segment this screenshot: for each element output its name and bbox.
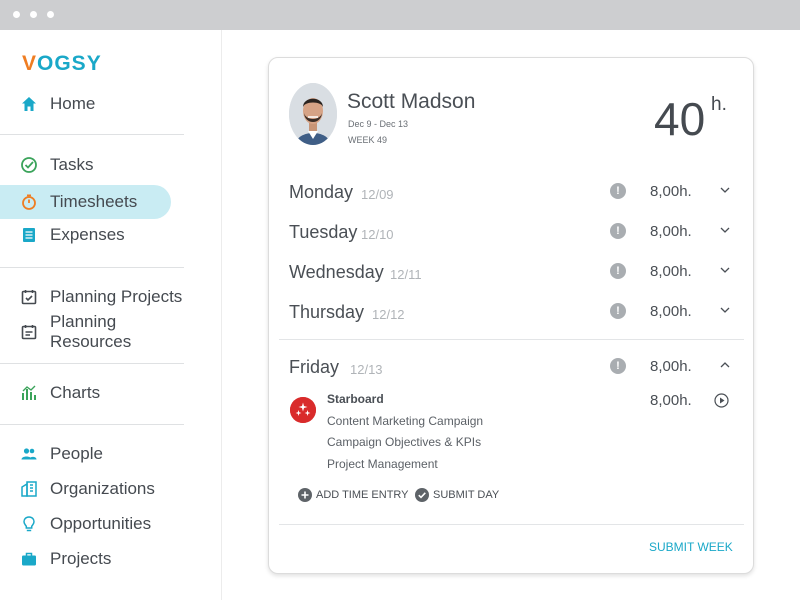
- sidebar-item-label: Organizations: [50, 479, 155, 498]
- sidebar-divider: [0, 363, 184, 364]
- window-dot: [47, 11, 54, 18]
- window-dot: [13, 11, 20, 18]
- total-hours-unit: h.: [711, 94, 727, 115]
- submit-week-button[interactable]: SUBMIT WEEK: [649, 540, 733, 554]
- row-divider: [279, 339, 744, 340]
- day-date: 12/10: [361, 227, 394, 242]
- day-name: Thursday: [289, 302, 365, 322]
- employee-name: Scott Madson: [347, 90, 476, 113]
- sidebar-item-charts[interactable]: Charts: [0, 376, 190, 410]
- day-date: 12/09: [361, 187, 394, 202]
- window-titlebar: [0, 0, 800, 30]
- sidebar-item-label: Opportunities: [50, 514, 152, 533]
- day-hours: 8,00h.: [650, 358, 692, 375]
- sidebar-item-label: Planning Projects: [50, 287, 183, 306]
- sidebar-item-label: Projects: [50, 549, 112, 568]
- sidebar-item-label: Charts: [50, 383, 101, 402]
- day-hours: 8,00h.: [650, 183, 692, 200]
- entry-project-name: Starboard: [327, 392, 384, 406]
- plus-circle-icon: [298, 488, 312, 502]
- sidebar-item-expenses[interactable]: Expenses: [0, 218, 190, 252]
- entry-task: Content Marketing Campaign: [327, 414, 484, 428]
- day-hours: 8,00h.: [650, 223, 692, 240]
- warning-icon: !: [610, 358, 626, 374]
- sidebar-divider: [0, 134, 184, 135]
- day-row-wednesday[interactable]: Wednesday 12/11 ! 8,00h.: [289, 258, 730, 286]
- chevron-up-icon[interactable]: [720, 361, 730, 369]
- day-name: Monday: [289, 182, 354, 202]
- sidebar-item-tasks[interactable]: Tasks: [0, 148, 190, 182]
- document-icon: [20, 226, 38, 244]
- sidebar-divider: [0, 267, 184, 268]
- calendar-check-icon: [20, 288, 38, 306]
- day-row-thursday[interactable]: Thursday 12/12 ! 8,00h.: [289, 298, 730, 326]
- sidebar-item-label: Home: [50, 94, 96, 113]
- stopwatch-icon: [20, 193, 38, 211]
- calendar-list-icon: [20, 323, 38, 341]
- day-date: 12/13: [350, 362, 383, 377]
- day-row-monday[interactable]: Monday 12/09 ! 8,00h.: [289, 178, 730, 206]
- chevron-down-icon[interactable]: [720, 266, 730, 274]
- avatar: [289, 83, 337, 145]
- sidebar-item-opportunities[interactable]: Opportunities: [0, 507, 190, 541]
- add-time-entry-label: ADD TIME ENTRY: [316, 489, 409, 501]
- day-date: 12/11: [390, 267, 422, 282]
- sidebar-item-organizations[interactable]: Organizations: [0, 472, 190, 506]
- day-hours: 8,00h.: [650, 303, 692, 320]
- lightbulb-icon: [20, 515, 38, 533]
- home-icon: [20, 95, 38, 113]
- sidebar-item-label: People: [50, 444, 103, 463]
- sidebar-item-label: Tasks: [50, 155, 94, 174]
- sidebar-item-label: Timesheets: [50, 192, 138, 211]
- sidebar-item-label: Planning Resources: [50, 312, 132, 351]
- warning-icon: !: [610, 223, 626, 239]
- starboard-logo-icon: [290, 397, 316, 423]
- entry-hours: 8,00h.: [650, 392, 692, 409]
- day-name: Friday: [289, 357, 340, 377]
- warning-icon: !: [610, 303, 626, 319]
- check-circle-icon: [415, 488, 429, 502]
- week-number: WEEK 49: [348, 135, 388, 145]
- sidebar: VOGSY Home Tasks Timesheets Expenses Pla…: [0, 30, 222, 600]
- submit-day-button[interactable]: SUBMIT DAY: [415, 488, 499, 502]
- timesheet-card: Scott Madson Dec 9 - Dec 13 WEEK 49 40 h…: [268, 57, 754, 574]
- total-hours: 40: [654, 93, 706, 145]
- vogsy-logo[interactable]: VOGSY: [22, 52, 102, 76]
- week-date-range: Dec 9 - Dec 13: [348, 119, 409, 129]
- sidebar-item-projects[interactable]: Projects: [0, 542, 190, 576]
- sidebar-item-people[interactable]: People: [0, 437, 190, 471]
- sidebar-item-planning-resources[interactable]: Planning Resources: [0, 312, 190, 351]
- people-icon: [20, 445, 38, 463]
- day-name: Tuesday: [289, 222, 358, 242]
- day-name: Wednesday: [289, 262, 384, 282]
- chevron-down-icon[interactable]: [720, 226, 730, 234]
- chevron-down-icon[interactable]: [720, 306, 730, 314]
- check-circle-icon: [20, 156, 38, 174]
- sidebar-item-home[interactable]: Home: [0, 87, 190, 121]
- window-dot: [30, 11, 37, 18]
- row-divider: [279, 524, 744, 525]
- sidebar-divider: [0, 424, 184, 425]
- day-row-tuesday[interactable]: Tuesday 12/10 ! 8,00h.: [289, 218, 730, 246]
- sidebar-item-label: Expenses: [50, 225, 125, 244]
- warning-icon: !: [610, 183, 626, 199]
- warning-icon: !: [610, 263, 626, 279]
- day-row-friday[interactable]: Friday 12/13 ! 8,00h.: [289, 353, 730, 381]
- chevron-down-icon[interactable]: [720, 186, 730, 194]
- day-hours: 8,00h.: [650, 263, 692, 280]
- briefcase-icon: [20, 550, 38, 568]
- chart-icon: [20, 384, 38, 402]
- add-time-entry-button[interactable]: ADD TIME ENTRY: [298, 488, 409, 502]
- submit-day-label: SUBMIT DAY: [433, 489, 500, 501]
- entry-task: Project Management: [327, 457, 438, 471]
- building-icon: [20, 480, 38, 498]
- entry-task: Campaign Objectives & KPIs: [327, 435, 482, 449]
- sidebar-item-planning-projects[interactable]: Planning Projects: [0, 280, 190, 314]
- sidebar-item-timesheets[interactable]: Timesheets: [0, 185, 171, 219]
- day-date: 12/12: [372, 307, 405, 322]
- play-timer-icon[interactable]: [714, 393, 729, 408]
